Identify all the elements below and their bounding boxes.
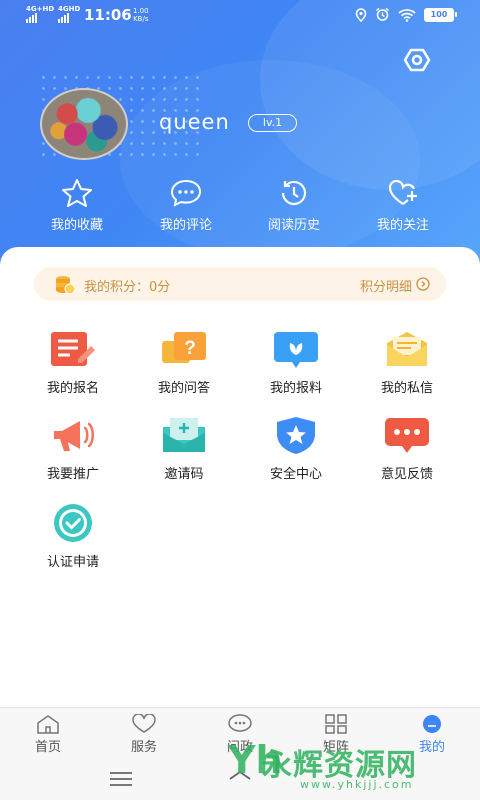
watermark-url: www.yhkjjj.com	[300, 778, 414, 791]
status-icons: 100	[355, 7, 457, 22]
report-icon	[274, 332, 318, 368]
alarm-icon	[376, 7, 389, 21]
status-bar: 4G+HD 4GHD 11:06 1.00 KB/s 100	[0, 0, 480, 30]
quick-action-label: 我的关注	[376, 218, 429, 233]
mail-icon	[387, 332, 427, 366]
service-label: 安全中心	[269, 467, 322, 482]
service-promote[interactable]: 我要推广	[33, 415, 113, 482]
speed-unit: KB/s	[133, 15, 149, 23]
verify-badge-icon	[54, 504, 92, 542]
service-label: 我的问答	[157, 381, 210, 396]
service-label: 我要推广	[46, 467, 99, 482]
coin-icon	[56, 276, 76, 295]
points-detail-link[interactable]: 积分明细	[360, 276, 412, 295]
service-label: 我的私信	[380, 381, 433, 396]
menu-icon[interactable]	[108, 771, 134, 787]
history-icon	[281, 180, 307, 206]
points-bar[interactable]: 我的积分：0分 积分明细	[34, 267, 446, 301]
shield-icon	[277, 417, 315, 454]
service-security[interactable]: 安全中心	[256, 415, 336, 482]
profile-header: 4G+HD 4GHD 11:06 1.00 KB/s 100 queen lv.1…	[0, 0, 480, 270]
tab-label: 服务	[130, 740, 157, 755]
feedback-icon	[385, 418, 429, 453]
service-label: 邀请码	[164, 467, 204, 482]
matrix-icon	[325, 714, 347, 734]
service-label: 我的报料	[269, 381, 322, 396]
star-icon	[62, 179, 92, 207]
quick-action-label: 阅读历史	[267, 218, 320, 233]
network-speed: 1.00 KB/s	[133, 7, 149, 23]
heart-plus-icon	[388, 179, 417, 205]
network-label: 4G+HD	[26, 5, 55, 13]
service-invite-code[interactable]: 邀请码	[144, 415, 224, 482]
avatar[interactable]	[40, 88, 128, 160]
service-qa[interactable]: ? 我的问答	[144, 329, 224, 396]
tab-service[interactable]: 服务	[114, 714, 174, 755]
speed-value: 1.00	[133, 7, 149, 15]
main-panel: 我的积分：0分 积分明细 我的报名 ? 我的问答 我的报料 我的私信 我要推广 …	[0, 247, 480, 707]
quick-action-favorites[interactable]: 我的收藏	[32, 178, 122, 233]
location-icon	[355, 7, 367, 22]
points-label: 我的积分：0分	[84, 280, 171, 295]
inquiry-icon	[228, 714, 252, 732]
home-icon	[37, 715, 59, 734]
me-icon	[423, 715, 441, 733]
tab-label: 首页	[34, 740, 61, 755]
wifi-icon	[398, 8, 416, 22]
clock: 11:06	[84, 6, 132, 24]
quick-action-following[interactable]: 我的关注	[358, 178, 448, 233]
tab-label: 我的	[418, 740, 445, 755]
level-badge: lv.1	[248, 114, 297, 132]
service-label: 意见反馈	[380, 467, 433, 482]
chevron-right-icon[interactable]	[416, 277, 430, 291]
service-feedback[interactable]: 意见反馈	[367, 415, 447, 482]
service-report[interactable]: 我的报料	[256, 329, 336, 396]
service-verification[interactable]: 认证申请	[33, 503, 113, 570]
service-sign-up[interactable]: 我的报名	[33, 329, 113, 396]
service-label: 我的报名	[46, 381, 99, 396]
svg-text:?: ?	[184, 338, 196, 359]
signal-icon	[26, 13, 37, 23]
comment-icon	[170, 179, 202, 207]
service-label: 认证申请	[46, 555, 99, 570]
signal-icon	[58, 13, 69, 23]
tab-home[interactable]: 首页	[18, 714, 78, 755]
sign-up-icon	[51, 332, 95, 366]
quick-action-label: 我的评论	[159, 218, 212, 233]
battery-icon: 100	[424, 7, 457, 22]
qa-icon: ?	[162, 332, 206, 363]
network-label: 4GHD	[58, 5, 81, 13]
quick-action-history[interactable]: 阅读历史	[249, 178, 339, 233]
invite-code-icon	[163, 418, 205, 452]
quick-action-comments[interactable]: 我的评论	[141, 178, 231, 233]
quick-action-label: 我的收藏	[50, 218, 103, 233]
service-icon	[132, 714, 156, 733]
username[interactable]: queen	[159, 110, 230, 134]
megaphone-icon	[54, 421, 94, 451]
service-messages[interactable]: 我的私信	[367, 329, 447, 396]
settings-icon[interactable]	[402, 45, 432, 75]
